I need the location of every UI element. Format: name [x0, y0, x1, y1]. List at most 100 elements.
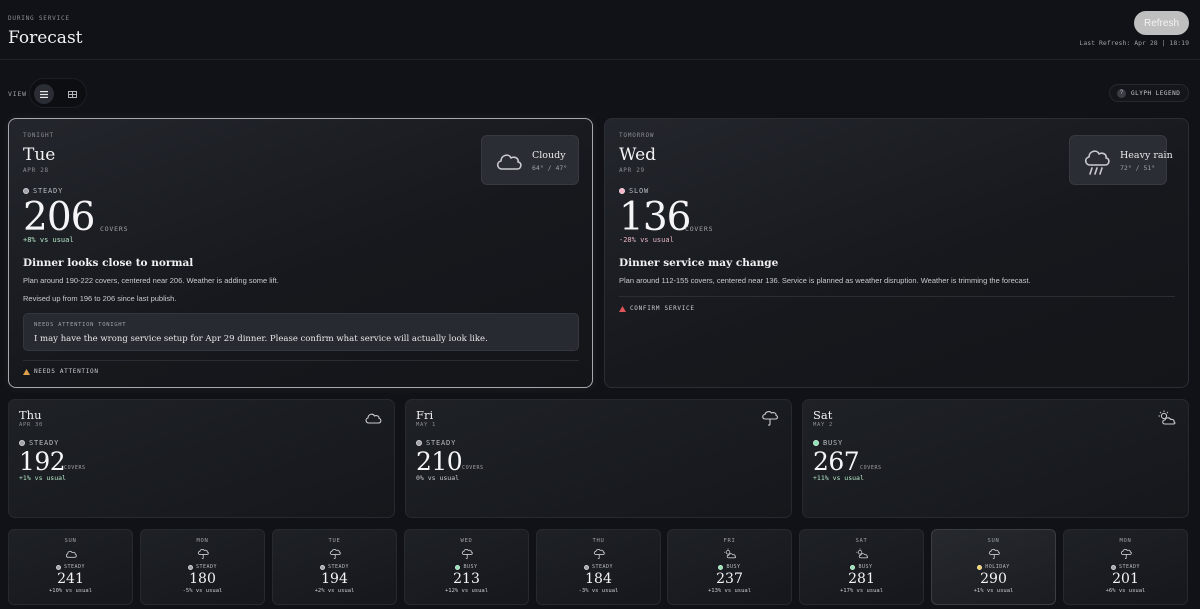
- list-icon: [40, 90, 48, 98]
- forecast-card-mon[interactable]: MON STEADY 180 -5% vs usual: [140, 529, 265, 605]
- status-dot: [718, 564, 724, 570]
- cloud-icon: [65, 550, 77, 558]
- forecast-card-tonight[interactable]: TONIGHT Tue APR 28 Cloudy 64° / 47° STEA…: [8, 118, 593, 388]
- card-day: TUE: [328, 538, 341, 544]
- covers-count: 237: [716, 571, 743, 587]
- card-footer-warning[interactable]: NEEDS ATTENTION: [23, 368, 99, 375]
- card-headline: Dinner looks close to normal: [23, 257, 194, 269]
- page-eyebrow: DURING SERVICE: [8, 15, 70, 22]
- attention-label: NEEDS ATTENTION TONIGHT: [34, 322, 127, 328]
- question-icon: ?: [1117, 88, 1126, 98]
- card-day: Wed: [619, 145, 657, 165]
- status-label: BUSY: [823, 439, 844, 447]
- status-badge: STEADY: [23, 187, 63, 195]
- status-label: HOLIDAY: [985, 564, 1010, 570]
- card-date: APR 30: [19, 422, 44, 428]
- forecast-card-thu[interactable]: THU STEADY 184 -3% vs usual: [536, 529, 661, 605]
- view-toggle: [29, 78, 87, 108]
- status-dot: [619, 188, 625, 194]
- status-dot: [977, 564, 983, 570]
- cloud-icon: [365, 413, 382, 424]
- refresh-button[interactable]: Refresh: [1134, 11, 1189, 35]
- umbrella-cloud-icon: [762, 411, 778, 426]
- umbrella-cloud-icon: [593, 549, 605, 559]
- warning-label: CONFIRM SERVICE: [630, 305, 695, 312]
- status-badge: BUSY: [405, 564, 528, 570]
- status-dot: [813, 440, 819, 446]
- forecast-card-sat[interactable]: SAT BUSY 281 +17% vs usual: [799, 529, 924, 605]
- status-badge: STEADY: [141, 564, 264, 570]
- card-date: MAY 2: [813, 422, 834, 428]
- glyph-legend-button[interactable]: ? GLYPH LEGEND: [1109, 84, 1189, 102]
- covers-delta: -5% vs usual: [182, 588, 223, 594]
- card-footer-warning[interactable]: CONFIRM SERVICE: [619, 305, 695, 312]
- weather-temperature: 72° / 51°: [1120, 164, 1156, 172]
- status-badge: HOLIDAY: [932, 564, 1055, 570]
- list-view-button[interactable]: [34, 84, 54, 104]
- umbrella-cloud-icon: [197, 549, 209, 559]
- status-label: SLOW: [629, 187, 650, 195]
- attention-message: I may have the wrong service setup for A…: [34, 334, 488, 344]
- forecast-card-fri[interactable]: FRI BUSY 237 +13% vs usual: [667, 529, 792, 605]
- warning-icon: [23, 368, 30, 375]
- status-label: STEADY: [63, 564, 86, 570]
- covers-label: COVERS: [462, 465, 484, 471]
- forecast-card-sun[interactable]: SUN HOLIDAY 290 +1% vs usual: [931, 529, 1056, 605]
- covers-count: 194: [321, 571, 348, 587]
- status-label: STEADY: [29, 439, 60, 447]
- covers-delta: -3% vs usual: [578, 588, 619, 594]
- status-dot: [1110, 564, 1116, 570]
- forecast-card-mon[interactable]: MON STEADY 201 +6% vs usual: [1063, 529, 1188, 605]
- weather-condition: Cloudy: [532, 150, 566, 161]
- grid-view-button[interactable]: [62, 84, 82, 104]
- forecast-card-tomorrow[interactable]: TOMORROW Wed APR 29 Heavy rain 72° / 51°…: [604, 118, 1189, 388]
- card-plan-text: Plan around 112-155 covers, centered nea…: [619, 276, 1031, 285]
- cloud-icon: [496, 154, 522, 170]
- umbrella-cloud-icon: [461, 549, 473, 559]
- covers-delta: -28% vs usual: [619, 236, 674, 244]
- card-day: Fri: [416, 408, 434, 422]
- status-dot: [19, 440, 25, 446]
- forecast-card-sun[interactable]: SUN STEADY 241 +10% vs usual: [8, 529, 133, 605]
- sun-cloud-icon: [856, 548, 868, 559]
- card-eyebrow: TOMORROW: [619, 132, 655, 139]
- status-dot: [187, 564, 193, 570]
- status-badge: STEADY: [273, 564, 396, 570]
- weather-temperature: 64° / 47°: [532, 164, 568, 172]
- covers-count: 290: [980, 571, 1007, 587]
- sun-cloud-icon: [724, 548, 736, 559]
- attention-box[interactable]: NEEDS ATTENTION TONIGHT I may have the w…: [23, 313, 579, 351]
- card-day: SUN: [64, 538, 77, 544]
- status-label: STEADY: [327, 564, 350, 570]
- forecast-card-fri[interactable]: Fri MAY 1 STEADY 210 COVERS 0% vs usual: [405, 399, 792, 518]
- weather-box: Heavy rain 72° / 51°: [1069, 135, 1173, 185]
- forecast-card-sat[interactable]: Sat MAY 2 BUSY 267 COVERS +11% vs usual: [802, 399, 1189, 518]
- status-dot: [55, 564, 61, 570]
- umbrella-cloud-icon: [329, 549, 341, 559]
- covers-count: 281: [848, 571, 875, 587]
- covers-count: 180: [189, 571, 216, 587]
- card-day: SAT: [855, 538, 868, 544]
- weather-box: Cloudy 64° / 47°: [481, 135, 579, 185]
- forecast-card-tue[interactable]: TUE STEADY 194 +2% vs usual: [272, 529, 397, 605]
- card-date: APR 29: [619, 167, 645, 174]
- covers-count: 267: [813, 447, 860, 476]
- covers-delta: +13% vs usual: [707, 588, 752, 594]
- status-label: BUSY: [463, 564, 478, 570]
- covers-count: 192: [19, 447, 66, 476]
- status-label: STEADY: [591, 564, 614, 570]
- covers-label: COVERS: [685, 225, 714, 233]
- covers-delta: +11% vs usual: [813, 474, 864, 482]
- status-badge: STEADY: [416, 439, 456, 447]
- status-dot: [319, 564, 325, 570]
- sun-cloud-icon: [1158, 410, 1176, 425]
- card-day: Thu: [19, 408, 42, 422]
- status-label: BUSY: [858, 564, 873, 570]
- forecast-card-wed[interactable]: WED BUSY 213 +12% vs usual: [404, 529, 529, 605]
- covers-count: 213: [453, 571, 480, 587]
- forecast-card-thu[interactable]: Thu APR 30 STEADY 192 COVERS +1% vs usua…: [8, 399, 395, 518]
- covers-count: 206: [23, 195, 95, 240]
- alert-icon: [619, 305, 626, 312]
- rain-cloud-icon: [1084, 150, 1110, 175]
- covers-count: 184: [585, 571, 612, 587]
